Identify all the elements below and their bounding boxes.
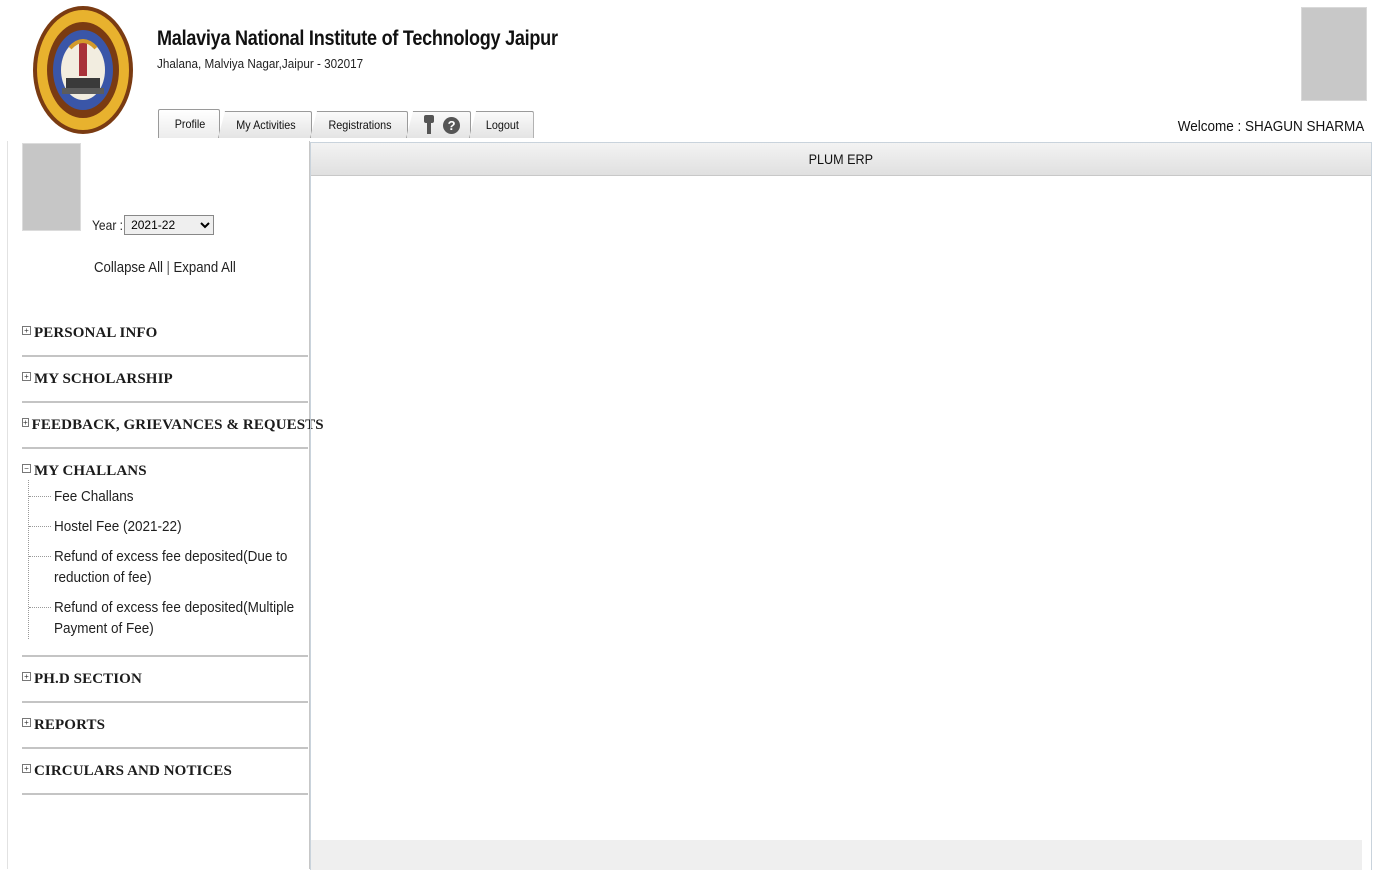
menu-section-my-challans: − MY CHALLANS Fee Challans Hostel Fee (2…	[22, 449, 308, 657]
tab-logout[interactable]: Logout	[469, 111, 534, 138]
submenu-item-label: Fee Challans	[54, 488, 134, 505]
submenu-item-refund-reduction[interactable]: Refund of excess fee deposited(Due to re…	[29, 546, 308, 588]
submenu-item-label: Refund of excess fee deposited(Due to re…	[54, 548, 288, 586]
menu-section-circulars: + CIRCULARS AND NOTICES	[22, 749, 308, 795]
section-label[interactable]: MY CHALLANS	[34, 463, 147, 480]
sidebar-user-photo	[22, 143, 81, 231]
sidebar-menu: + PERSONAL INFO + MY SCHOLARSHIP + FEEDB…	[22, 311, 324, 795]
plus-box-icon[interactable]: +	[22, 326, 31, 335]
welcome-text: Welcome : SHAGUN SHARMA	[1177, 118, 1364, 135]
main-panel-title: PLUM ERP	[808, 151, 874, 167]
submenu-my-challans: Fee Challans Hostel Fee (2021-22) Refund…	[28, 480, 308, 639]
year-dropdown[interactable]: 2021-22	[124, 215, 215, 235]
main-panel-header: PLUM ERP	[311, 143, 1371, 176]
user-photo	[1301, 7, 1367, 101]
collapse-expand-controls: Collapse All | Expand All	[94, 259, 236, 276]
tab-profile-label: Profile	[174, 117, 206, 131]
minus-box-icon[interactable]: −	[22, 464, 31, 473]
menu-section-header[interactable]: + CIRCULARS AND NOTICES	[22, 763, 308, 780]
menu-section-header[interactable]: − MY CHALLANS	[22, 463, 308, 480]
help-icon[interactable]: ?	[443, 116, 461, 134]
section-label[interactable]: FEEDBACK, GRIEVANCES & REQUESTS	[32, 417, 324, 434]
top-nav-tabs: Profile My Activities Registrations ? Lo…	[158, 109, 534, 138]
scrollbar-edge[interactable]	[1362, 840, 1371, 870]
menu-section-personal-info: + PERSONAL INFO	[22, 311, 308, 357]
plus-box-icon[interactable]: +	[22, 372, 31, 381]
menu-section-header[interactable]: + PH.D SECTION	[22, 671, 308, 688]
section-label[interactable]: PERSONAL INFO	[34, 325, 157, 342]
section-label[interactable]: CIRCULARS AND NOTICES	[34, 763, 232, 780]
key-icon[interactable]	[423, 115, 435, 135]
year-selector: Year : 2021-22	[92, 215, 215, 235]
menu-section-header[interactable]: + REPORTS	[22, 717, 308, 734]
section-label[interactable]: PH.D SECTION	[34, 671, 142, 688]
plus-box-icon[interactable]: +	[22, 718, 31, 727]
submenu-item-fee-challans[interactable]: Fee Challans	[29, 486, 308, 507]
tab-my-activities[interactable]: My Activities	[218, 111, 313, 138]
tab-tools: ?	[406, 111, 472, 138]
menu-section-feedback: + FEEDBACK, GRIEVANCES & REQUESTS	[22, 403, 324, 449]
year-label: Year :	[92, 217, 124, 233]
tab-registrations[interactable]: Registrations	[310, 111, 409, 138]
submenu-item-hostel-fee[interactable]: Hostel Fee (2021-22)	[29, 516, 308, 537]
sidebar: Year : 2021-22 Collapse All | Expand All +…	[7, 141, 324, 869]
main-panel: PLUM ERP	[310, 142, 1372, 870]
main-panel-footer	[311, 840, 1371, 870]
tab-registrations-label: Registrations	[328, 118, 392, 132]
tab-profile[interactable]: Profile	[158, 109, 221, 138]
menu-section-header[interactable]: + MY SCHOLARSHIP	[22, 371, 308, 388]
menu-section-header[interactable]: + FEEDBACK, GRIEVANCES & REQUESTS	[22, 417, 324, 434]
collapse-all-link[interactable]: Collapse All	[94, 259, 163, 276]
submenu-item-label: Refund of excess fee deposited(Multiple …	[54, 599, 295, 637]
tab-logout-label: Logout	[485, 118, 519, 132]
submenu-item-refund-multiple[interactable]: Refund of excess fee deposited(Multiple …	[29, 597, 308, 639]
menu-section-reports: + REPORTS	[22, 703, 308, 749]
section-label[interactable]: MY SCHOLARSHIP	[34, 371, 173, 388]
tab-my-activities-label: My Activities	[236, 118, 296, 132]
menu-section-header[interactable]: + PERSONAL INFO	[22, 325, 308, 342]
institute-name: Malaviya National Institute of Technolog…	[157, 27, 558, 50]
section-label[interactable]: REPORTS	[34, 717, 105, 734]
submenu-item-label: Hostel Fee (2021-22)	[54, 518, 182, 535]
expand-all-link[interactable]: Expand All	[173, 259, 235, 276]
plus-box-icon[interactable]: +	[22, 764, 31, 773]
menu-section-my-scholarship: + MY SCHOLARSHIP	[22, 357, 308, 403]
institute-address: Jhalana, Malviya Nagar,Jaipur - 302017	[157, 56, 364, 71]
separator: |	[166, 259, 170, 276]
institute-logo	[33, 6, 133, 134]
plus-box-icon[interactable]: +	[22, 672, 31, 681]
plus-box-icon[interactable]: +	[22, 418, 29, 427]
menu-section-phd: + PH.D SECTION	[22, 657, 308, 703]
